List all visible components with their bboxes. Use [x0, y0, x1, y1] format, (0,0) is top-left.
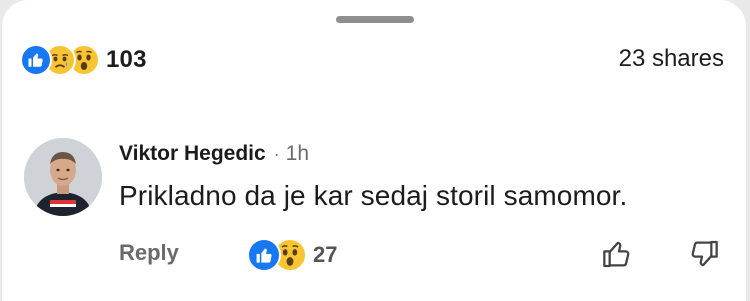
sheet-drag-handle[interactable]: [336, 16, 414, 23]
like-icon: [247, 238, 281, 272]
comment-time[interactable]: 1h: [286, 142, 309, 166]
comment-reaction-icons: [247, 238, 307, 272]
downvote-button[interactable]: [686, 236, 722, 272]
comment-header: Viktor Hegedic · 1h: [119, 142, 309, 166]
comment-reactions[interactable]: 27: [247, 238, 337, 272]
thumbs-down-icon: [691, 240, 718, 267]
comment-text: Prikladno da je kar sedaj storil samomor…: [119, 180, 628, 211]
comment-author[interactable]: Viktor Hegedic: [119, 142, 266, 166]
reaction-count: 103: [106, 46, 147, 73]
comments-sheet: 103 23 shares Viktor Hegedic · 1h Prikla…: [2, 0, 746, 301]
comment-reaction-count: 27: [313, 242, 338, 267]
upvote-button[interactable]: [599, 236, 635, 272]
like-icon: [20, 44, 52, 76]
post-reaction-summary[interactable]: 103: [20, 43, 147, 77]
reaction-icons: [20, 44, 100, 76]
shares-count[interactable]: 23 shares: [619, 45, 724, 73]
thumbs-up-icon: [603, 241, 630, 268]
avatar[interactable]: [24, 138, 102, 216]
separator-dot: ·: [273, 144, 280, 164]
reply-button[interactable]: Reply: [119, 240, 179, 266]
